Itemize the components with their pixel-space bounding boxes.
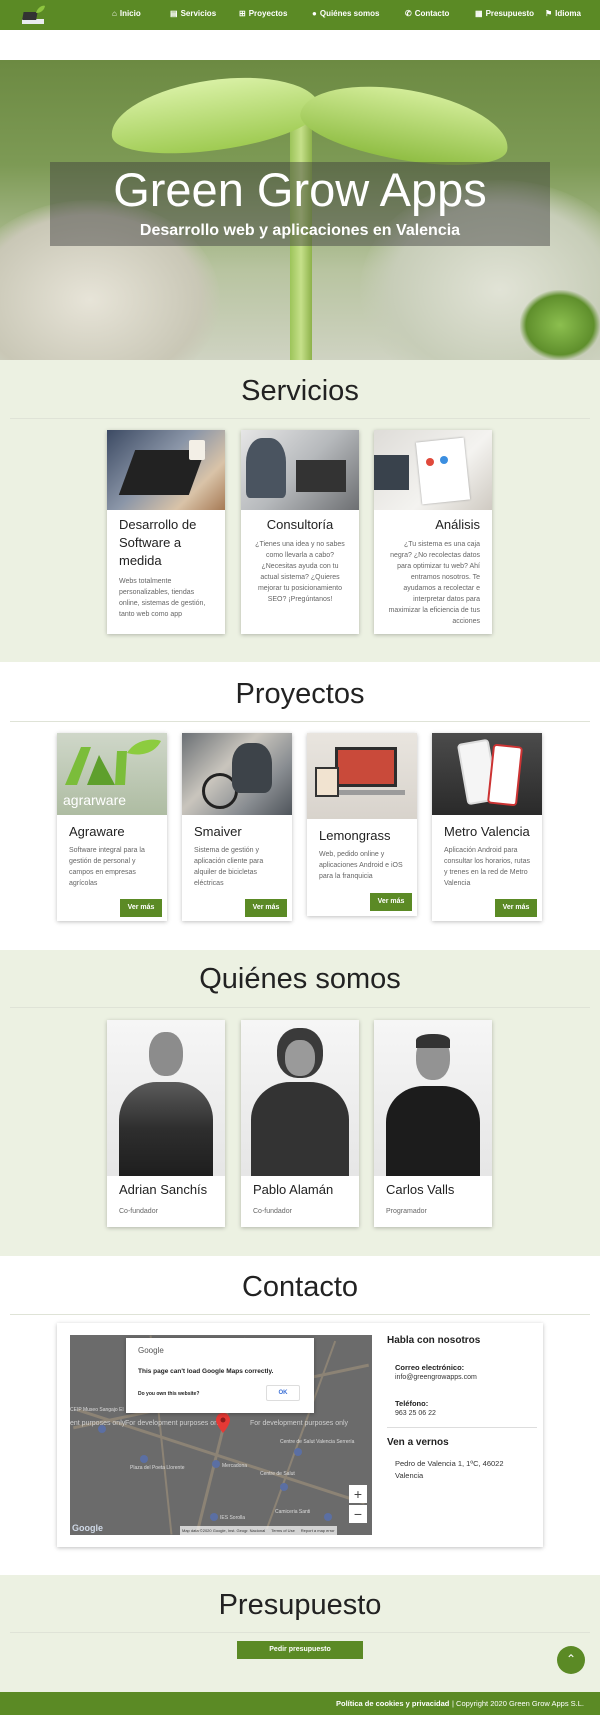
footer: Política de cookies y privacidad | Copyr… — [0, 1692, 600, 1715]
address-text: Pedro de Valencia 1, 1ºC, 46022 Valencia — [395, 1459, 504, 1480]
copyright-text: | Copyright 2020 Green Grow Apps S.L. — [452, 1699, 585, 1708]
nav-item-inicio[interactable]: ⌂ Inicio — [112, 9, 141, 18]
google-watermark: Google — [72, 1523, 103, 1533]
top-navbar: ⌂ Inicio ▤ Servicios ⊞ Proyectos ● Quiénes s… — [0, 0, 600, 30]
phone-label: Teléfono: — [395, 1399, 429, 1408]
nav-item-idioma[interactable]: ⚑ Idioma — [545, 9, 581, 18]
logo-icon[interactable] — [20, 4, 46, 26]
zoom-in-button[interactable]: + — [349, 1485, 367, 1503]
team-card-adrian: Adrian Sanchís Co-fundador — [107, 1020, 225, 1227]
agraware-logo-image: agrarware — [57, 733, 167, 815]
document-icon: ▤ — [170, 9, 178, 18]
phone-link[interactable]: 963 25 06 22 — [395, 1410, 436, 1417]
analysis-image — [374, 430, 492, 510]
location-pin-icon[interactable] — [216, 1413, 230, 1433]
metro-phones-image — [432, 733, 542, 815]
home-icon: ⌂ — [112, 9, 117, 18]
smaiver-image — [182, 733, 292, 815]
carlos-photo — [374, 1020, 492, 1176]
map-error-dialog: Google This page can't load Google Maps … — [126, 1338, 314, 1413]
team-card-carlos: Carlos Valls Programador — [374, 1020, 492, 1227]
sitemap-icon: ⊞ — [239, 9, 246, 18]
email-label: Correo electrónico: — [395, 1363, 465, 1372]
flag-icon: ⚑ — [545, 9, 553, 18]
nav-item-contacto[interactable]: ✆ Contacto — [405, 9, 449, 18]
user-icon: ● — [312, 9, 317, 18]
email-link[interactable]: info@greengrowapps.com — [395, 1374, 477, 1381]
service-card-analisis: Análisis ¿Tu sistema es una caja negra? … — [374, 430, 492, 634]
service-card-desarrollo: Desarrollo de Software a medida Webs tot… — [107, 430, 225, 634]
contacto-title: Contacto — [241, 1271, 359, 1303]
map-report-link[interactable]: Report a map error — [301, 1526, 335, 1535]
ver-mas-button[interactable]: Ver más — [120, 899, 162, 917]
svg-text:agrarware: agrarware — [63, 792, 126, 808]
project-card-lemongrass: Lemongrass Web, pedido online y aplicaci… — [307, 733, 417, 916]
ver-mas-button[interactable]: Ver más — [370, 893, 412, 911]
lemongrass-image — [307, 733, 417, 819]
scroll-to-top-button[interactable]: ⌃ — [557, 1646, 585, 1674]
ver-mas-button[interactable]: Ver más — [495, 899, 537, 917]
equipo-title: Quiénes somos — [199, 963, 401, 995]
project-card-agraware: agrarware Agraware Software integral par… — [57, 733, 167, 921]
presupuesto-title: Presupuesto — [218, 1589, 382, 1621]
phone-icon: ✆ — [405, 9, 412, 18]
meeting-image — [241, 430, 359, 510]
nav-item-servicios[interactable]: ▤ Servicios — [170, 9, 216, 18]
laptop-image — [107, 430, 225, 510]
hero-banner: Green Grow Apps Desarrollo web y aplicac… — [0, 60, 600, 360]
cookies-link[interactable]: Política de cookies y privacidad — [336, 1699, 449, 1708]
servicios-title: Servicios — [241, 375, 359, 407]
ver-mas-button[interactable]: Ver más — [245, 899, 287, 917]
ven-title: Ven a vernos — [387, 1437, 449, 1448]
google-map[interactable]: ent purposes only For development purpos… — [70, 1335, 372, 1535]
adrian-photo — [107, 1020, 225, 1176]
habla-title: Habla con nosotros — [387, 1335, 481, 1346]
proyectos-title: Proyectos — [235, 678, 365, 710]
agraware-logo-icon: agrarware — [63, 739, 161, 808]
calculator-icon: ▦ — [475, 9, 483, 18]
hero-subtitle: Desarrollo web y aplicaciones en Valenci… — [139, 222, 461, 239]
team-card-pablo: Pablo Alamán Co-fundador — [241, 1020, 359, 1227]
chevron-up-icon: ⌃ — [565, 1652, 577, 1666]
pedir-presupuesto-button[interactable]: Pedir presupuesto — [237, 1641, 363, 1659]
map-terms-link[interactable]: Terms of Use — [271, 1526, 295, 1535]
nav-item-presupuesto[interactable]: ▦ Presupuesto — [475, 9, 534, 18]
nav-item-quienes-somos[interactable]: ● Quiénes somos — [312, 9, 379, 18]
map-ok-button[interactable]: OK — [266, 1385, 300, 1401]
project-card-metro-valencia: Metro Valencia Aplicación Android para c… — [432, 733, 542, 921]
project-card-smaiver: Smaiver Sistema de gestión y aplicación … — [182, 733, 292, 921]
hero-title: Green Grow Apps — [113, 163, 487, 216]
nav-item-proyectos[interactable]: ⊞ Proyectos — [239, 9, 287, 18]
zoom-out-button[interactable]: − — [349, 1505, 367, 1523]
google-logo: Google — [138, 1346, 164, 1355]
service-card-consultoria: Consultoría ¿Tienes una idea y no sabes … — [241, 430, 359, 634]
pablo-photo — [241, 1020, 359, 1176]
